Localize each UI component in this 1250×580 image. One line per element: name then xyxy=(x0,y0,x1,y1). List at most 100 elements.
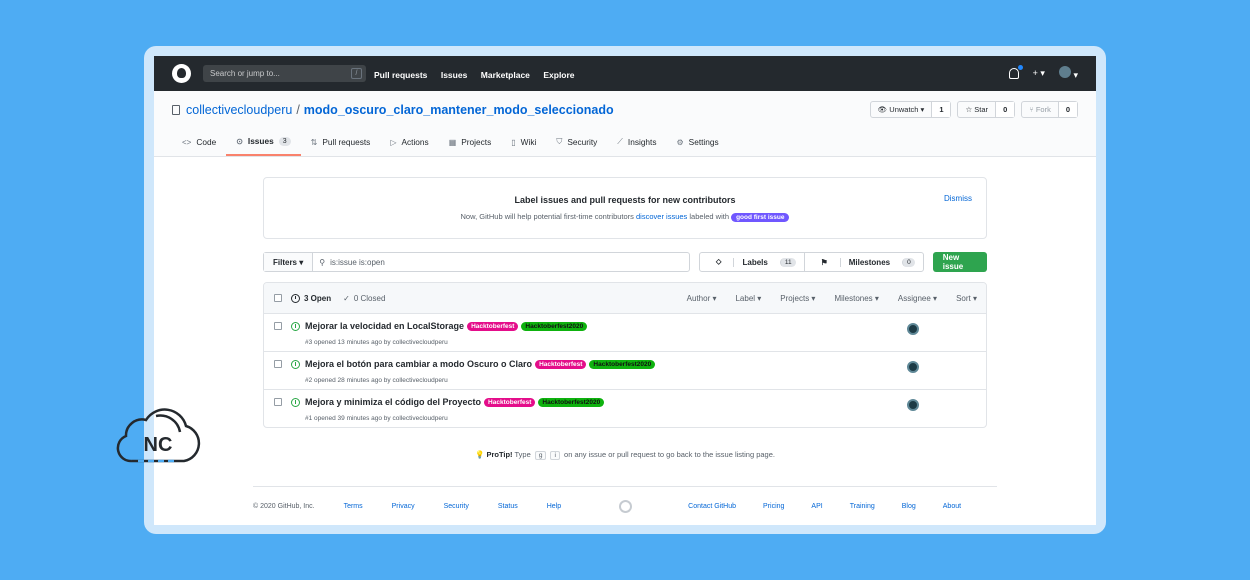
tab-wiki[interactable]: ▯ Wiki xyxy=(501,136,546,156)
nav-pull-requests[interactable]: Pull requests xyxy=(374,70,427,80)
user-menu-caret: ▾ xyxy=(1073,70,1078,80)
label-hacktoberfest2020[interactable]: Hacktoberfest2020 xyxy=(521,321,588,331)
footer-link-contact[interactable]: Contact GitHub xyxy=(688,503,736,510)
tab-issues[interactable]: ⊙ Issues 3 xyxy=(226,136,301,156)
nav-issues[interactable]: Issues xyxy=(441,70,467,80)
issue-title-link[interactable]: Mejorar la velocidad en LocalStorage xyxy=(305,321,464,331)
tab-label: Security xyxy=(567,137,598,147)
tab-label: Settings xyxy=(688,137,719,147)
milestones-button[interactable]: ⚑ Milestones 0 xyxy=(803,253,923,271)
milestones-filter[interactable]: Milestones ▾ xyxy=(834,294,878,303)
footer-copyright: © 2020 GitHub, Inc. xyxy=(253,503,315,510)
issue-title-link[interactable]: Mejora y minimiza el código del Proyecto xyxy=(305,397,481,407)
closed-issues-link[interactable]: ✓ 0 Closed xyxy=(343,294,385,303)
protip-text-after: on any issue or pull request to go back … xyxy=(561,450,775,459)
labels-label: Labels xyxy=(733,257,775,267)
star-button[interactable]: ☆ Star xyxy=(958,102,995,117)
dismiss-button[interactable]: Dismiss xyxy=(944,194,972,203)
footer-link-pricing[interactable]: Pricing xyxy=(763,503,784,510)
issues-filter-bar: Filters ▾ ⚲ is:issue is:open ⬦ Labels 11 ⚑ M… xyxy=(263,252,987,272)
filters-dropdown[interactable]: Filters ▾ xyxy=(264,253,314,271)
footer-link-terms[interactable]: Terms xyxy=(344,503,363,510)
label-hacktoberfest[interactable]: Hacktoberfest xyxy=(484,397,536,407)
github-mark-icon[interactable] xyxy=(619,500,633,513)
open-count: 3 Open xyxy=(304,293,332,303)
watch-count[interactable]: 1 xyxy=(931,102,951,117)
tab-insights[interactable]: ⟋ Insights xyxy=(607,136,666,156)
fork-button[interactable]: ⑂ Fork xyxy=(1022,102,1058,117)
kbd-i: i xyxy=(550,451,560,460)
tab-code[interactable]: <> Code xyxy=(172,136,226,156)
fork-count[interactable]: 0 xyxy=(1057,102,1077,117)
new-issue-button[interactable]: New issue xyxy=(932,252,987,272)
footer-link-blog[interactable]: Blog xyxy=(902,503,916,510)
footer-link-status[interactable]: Status xyxy=(498,503,518,510)
labels-count: 11 xyxy=(779,257,796,267)
nav-explore[interactable]: Explore xyxy=(543,70,574,80)
footer-link-security[interactable]: Security xyxy=(444,503,469,510)
label-hacktoberfest2020[interactable]: Hacktoberfest2020 xyxy=(538,397,605,407)
labels-button[interactable]: ⬦ Labels 11 xyxy=(700,253,804,271)
assignee-avatar[interactable] xyxy=(907,361,919,373)
footer: © 2020 GitHub, Inc. Terms Privacy Securi… xyxy=(253,486,997,525)
select-all-checkbox[interactable] xyxy=(274,294,282,302)
issue-row: Mejora el botón para cambiar a modo Oscu… xyxy=(264,352,986,390)
footer-link-help[interactable]: Help xyxy=(547,503,561,510)
project-icon: ▦ xyxy=(448,137,457,147)
repo-icon xyxy=(172,105,180,115)
issue-meta: #1 opened 39 minutes ago by collectivecl… xyxy=(305,415,448,422)
good-first-issue-label[interactable]: good first issue xyxy=(731,213,790,222)
search-input[interactable]: Search or jump to... / xyxy=(203,65,366,82)
projects-filter[interactable]: Projects ▾ xyxy=(780,294,815,303)
repo-name-link[interactable]: modo_oscuro_claro_mantener_modo_seleccio… xyxy=(304,103,614,117)
tab-label: Insights xyxy=(627,137,657,147)
assignee-filter[interactable]: Assignee ▾ xyxy=(898,294,937,303)
search-shortcut-key: / xyxy=(351,68,362,79)
author-filter[interactable]: Author ▾ xyxy=(687,294,717,303)
nav-marketplace[interactable]: Marketplace xyxy=(481,70,530,80)
tab-projects[interactable]: ▦ Projects xyxy=(439,136,502,156)
footer-link-about[interactable]: About xyxy=(943,503,961,510)
create-new-dropdown[interactable]: + ▾ xyxy=(1033,68,1045,79)
discover-issues-link[interactable]: discover issues xyxy=(636,212,687,221)
tab-label: Projects xyxy=(461,137,492,147)
milestones-count: 0 xyxy=(902,257,915,267)
repo-tabs: <> Code ⊙ Issues 3 ⇅ Pull requests ▷ Actions … xyxy=(172,136,729,156)
tab-settings[interactable]: ⚙ Settings xyxy=(667,136,729,156)
issue-row: Mejorar la velocidad en LocalStorage Hack… xyxy=(264,314,986,352)
issue-checkbox[interactable] xyxy=(274,322,282,330)
github-logo-icon[interactable] xyxy=(172,64,191,83)
fork-label: Fork xyxy=(1035,105,1051,114)
tab-actions[interactable]: ▷ Actions xyxy=(380,136,438,156)
issue-title-link[interactable]: Mejora el botón para cambiar a modo Oscu… xyxy=(305,359,532,369)
protip-text-before: Type xyxy=(512,450,533,459)
unwatch-button[interactable]: 👁 Unwatch ▾ xyxy=(871,102,932,117)
notifications-bell-icon[interactable] xyxy=(1008,65,1023,79)
footer-link-privacy[interactable]: Privacy xyxy=(392,503,415,510)
assignee-avatar[interactable] xyxy=(907,399,919,411)
label-hacktoberfest[interactable]: Hacktoberfest xyxy=(535,359,587,369)
repo-owner-link[interactable]: collectivecloudperu xyxy=(186,103,292,117)
book-icon: ▯ xyxy=(511,137,516,147)
footer-link-api[interactable]: API xyxy=(811,503,822,510)
issue-sort-filters: Author ▾ Label ▾ Projects ▾ Milestones ▾… xyxy=(668,294,986,303)
milestones-label: Milestones xyxy=(839,257,898,267)
label-hacktoberfest[interactable]: Hacktoberfest xyxy=(467,321,519,331)
issue-icon: ⊙ xyxy=(236,136,243,146)
sort-filter[interactable]: Sort ▾ xyxy=(956,294,977,303)
protip: 💡 ProTip! Type gi on any issue or pull r… xyxy=(154,450,1096,460)
tab-pull-requests[interactable]: ⇅ Pull requests xyxy=(301,136,381,156)
label-hacktoberfest2020[interactable]: Hacktoberfest2020 xyxy=(589,359,656,369)
tab-security[interactable]: ⛉ Security xyxy=(546,136,607,156)
kbd-g: g xyxy=(534,451,547,460)
footer-link-training[interactable]: Training xyxy=(850,503,875,510)
issue-checkbox[interactable] xyxy=(274,360,282,368)
issue-checkbox[interactable] xyxy=(274,398,282,406)
assignee-avatar[interactable] xyxy=(907,323,919,335)
open-issues-link[interactable]: 3 Open xyxy=(291,293,332,303)
star-count[interactable]: 0 xyxy=(995,102,1015,117)
issue-search-input[interactable]: ⚲ is:issue is:open xyxy=(313,253,385,271)
label-filter[interactable]: Label ▾ xyxy=(735,294,761,303)
star-button-group: ☆ Star 0 xyxy=(957,101,1016,118)
user-menu[interactable]: ▾ xyxy=(1058,66,1078,81)
